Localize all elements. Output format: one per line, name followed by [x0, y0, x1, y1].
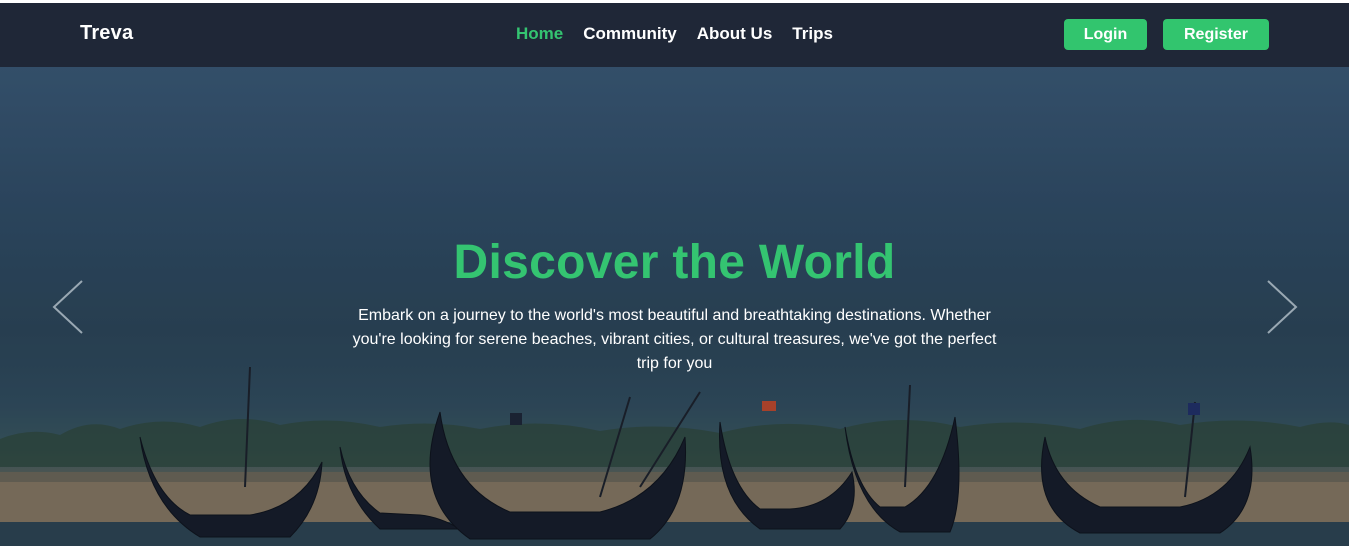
nav-link-home[interactable]: Home [516, 24, 563, 44]
register-button[interactable]: Register [1163, 19, 1269, 50]
nav-link-community[interactable]: Community [583, 24, 677, 44]
hero-carousel: Discover the World Embark on a journey t… [0, 67, 1349, 546]
hero-description: Embark on a journey to the world's most … [352, 307, 997, 372]
nav-links: Home Community About Us Trips [516, 24, 833, 44]
nav-link-trips[interactable]: Trips [792, 24, 833, 44]
nav-link-about-us[interactable]: About Us [697, 24, 773, 44]
brand-logo[interactable]: Treva [80, 22, 133, 45]
login-button[interactable]: Login [1064, 19, 1147, 50]
navbar: Treva Home Community About Us Trips Logi… [0, 3, 1349, 67]
hero-title: Discover the World [453, 236, 896, 289]
